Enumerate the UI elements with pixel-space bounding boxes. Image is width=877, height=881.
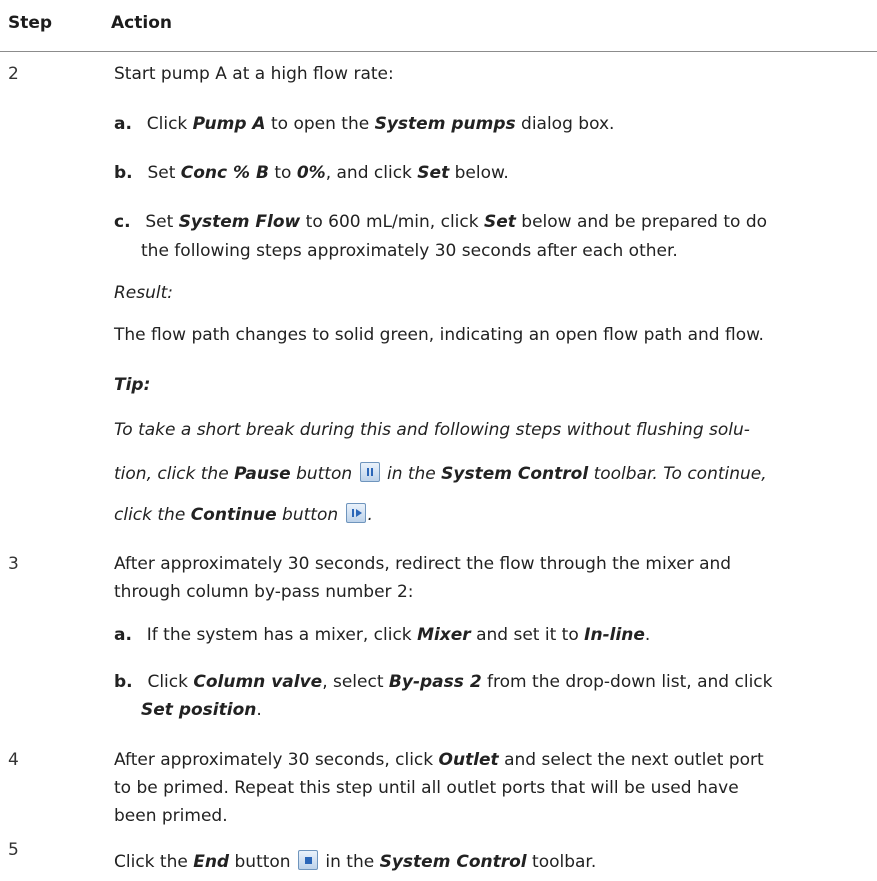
text: . [644,625,651,645]
header-divider [0,51,877,52]
text: and set it to [470,625,585,645]
text: Click [146,114,193,134]
text: . [367,505,373,525]
step-number: 5 [8,840,19,860]
step-text: Click the End button in the System Contr… [114,850,596,872]
text: from the drop-down list, and click [481,672,773,692]
text: , select [322,672,389,692]
text: click the [114,505,191,525]
text: Click [147,672,194,692]
ui-term-system-flow: System Flow [178,212,301,232]
step-text-line-3: been primed. [114,806,228,826]
text: below. [449,163,509,183]
ui-term-mixer: Mixer [417,625,471,645]
tip-label-text: Tip: [114,375,151,395]
substep-label: b. [114,163,133,183]
text: toolbar. [526,852,597,872]
substep-label: a. [114,625,132,645]
step-text-line-2: to be primed. Repeat this step until all… [114,778,739,798]
ui-term-set-position: Set position [141,700,257,720]
substep-a: a. If the system has a mixer, click Mixe… [114,625,650,645]
substep-c-continuation: the following steps approximately 30 sec… [141,241,678,261]
header-step: Step [8,13,53,33]
substep-b: b. Set Conc % B to 0%, and click Set bel… [114,163,509,183]
substep-c: c. Set System Flow to 600 mL/min, click … [114,212,767,232]
text: button [229,852,296,872]
tip-line-2: tion, click the Pause button in the Syst… [114,462,767,484]
ui-term-pump-a: Pump A [192,114,266,134]
step-number: 3 [8,554,19,574]
text: to open the [265,114,375,134]
pause-icon [359,462,380,482]
ui-term-in-line: In-line [584,625,645,645]
text: button [276,505,344,525]
step-intro: Start pump A at a high flow rate: [114,64,394,84]
text: . [256,700,262,720]
ui-term-conc-b: Conc % B [180,163,269,183]
tip-label: Tip: [114,375,150,395]
ui-term-outlet: Outlet [438,750,499,770]
header-action: Action [111,13,172,33]
text: in the [381,464,442,484]
substep-b: b. Click Column valve, select By-pass 2 … [114,672,772,692]
text: , and click [325,163,418,183]
substep-label: a. [114,114,132,134]
result-label: Result: [114,283,174,303]
ui-term-system-control: System Control [379,852,527,872]
ui-term-by-pass-2: By-pass 2 [388,672,482,692]
text: Set [145,212,179,232]
ui-term-pause: Pause [234,464,291,484]
ui-term-set: Set [417,163,450,183]
text: to 600 mL/min, click [300,212,484,232]
ui-term-set: Set [484,212,516,232]
text: tion, click the [114,464,235,484]
text: to [268,163,297,183]
ui-term-system-pumps: System pumps [374,114,516,134]
ui-term-zero-percent: 0% [296,163,326,183]
text: After approximately 30 seconds, click [114,750,439,770]
ui-term-column-valve: Column valve [193,672,323,692]
ui-term-system-control: System Control [441,464,589,484]
continue-icon [345,503,366,523]
text: button [290,464,358,484]
text: Click the [114,852,194,872]
step-text-line-2: through column by-pass number 2: [114,582,414,602]
text: dialog box. [515,114,615,134]
text: in the [320,852,380,872]
substep-label: b. [114,672,133,692]
ui-term-continue: Continue [190,505,277,525]
substep-b-continuation: Set position. [141,700,262,720]
result-text: The flow path changes to solid green, in… [114,325,764,345]
text: below and be prepared to do [515,212,768,232]
step-text-line-1: After approximately 30 seconds, click Ou… [114,750,764,770]
step-number: 2 [8,64,19,84]
text: Set [147,163,181,183]
text: and select the next outlet port [498,750,764,770]
end-icon [298,850,318,870]
substep-label: c. [114,212,131,232]
step-number: 4 [8,750,19,770]
substep-a: a. Click Pump A to open the System pumps… [114,114,614,134]
text: If the system has a mixer, click [146,625,418,645]
text: toolbar. To continue, [588,464,767,484]
ui-term-end: End [193,852,230,872]
step-text-line-1: After approximately 30 seconds, redirect… [114,554,732,574]
tip-line-3: click the Continue button . [114,503,373,525]
tip-line-1: To take a short break during this and fo… [114,420,750,440]
